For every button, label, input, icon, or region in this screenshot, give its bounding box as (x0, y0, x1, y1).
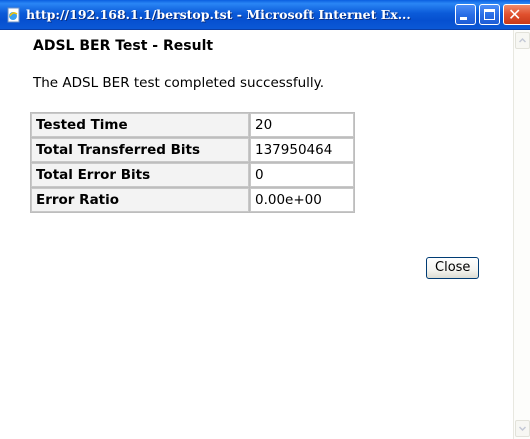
scroll-down-button[interactable] (515, 420, 530, 437)
window-title: http://192.168.1.1/berstop.tst - Microso… (26, 7, 411, 22)
results-table: Tested Time 20 Total Transferred Bits 13… (30, 112, 355, 213)
close-window-button[interactable]: ✕ (503, 4, 530, 25)
close-icon: ✕ (508, 5, 522, 24)
minimize-button[interactable] (455, 4, 476, 25)
vertical-scrollbar[interactable] (513, 30, 530, 439)
status-message: The ADSL BER test completed successfully… (33, 75, 324, 91)
row-value-total-transferred-bits: 137950464 (250, 138, 354, 162)
row-label-tested-time: Tested Time (31, 113, 249, 137)
chevron-up-icon (519, 37, 526, 43)
page-content (0, 30, 513, 439)
table-row: Total Transferred Bits 137950464 (31, 138, 354, 162)
table-row: Tested Time 20 (31, 113, 354, 137)
close-button[interactable]: Close (426, 257, 480, 279)
row-label-error-ratio: Error Ratio (31, 188, 249, 212)
scroll-up-button[interactable] (515, 32, 530, 49)
table-row: Error Ratio 0.00e+00 (31, 188, 354, 212)
chevron-down-icon (519, 426, 526, 432)
row-value-tested-time: 20 (250, 113, 354, 137)
ie-page-icon (7, 7, 20, 23)
browser-popup-window: http://192.168.1.1/berstop.tst - Microso… (0, 0, 530, 439)
table-row: Total Error Bits 0 (31, 163, 354, 187)
maximize-icon (484, 9, 495, 20)
maximize-button[interactable] (479, 4, 500, 25)
row-label-total-error-bits: Total Error Bits (31, 163, 249, 187)
row-label-total-transferred-bits: Total Transferred Bits (31, 138, 249, 162)
page-title: ADSL BER Test - Result (33, 38, 214, 54)
minimize-icon (460, 17, 467, 20)
row-value-error-ratio: 0.00e+00 (250, 188, 354, 212)
row-value-total-error-bits: 0 (250, 163, 354, 187)
title-bar[interactable]: http://192.168.1.1/berstop.tst - Microso… (0, 0, 530, 30)
